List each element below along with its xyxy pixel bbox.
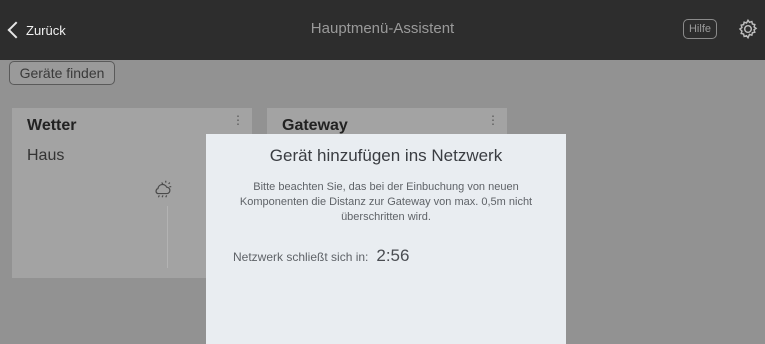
card-title: Wetter bbox=[27, 117, 77, 134]
card-divider bbox=[167, 206, 168, 268]
card-menu-icon[interactable]: ⋮ bbox=[487, 114, 499, 126]
card-title: Gateway bbox=[282, 117, 348, 134]
dialog-title: Gerät hinzufügen ins Netzwerk bbox=[269, 146, 503, 165]
help-button[interactable]: Hilfe bbox=[683, 19, 717, 39]
weather-icon bbox=[152, 178, 174, 200]
add-device-dialog: Gerät hinzufügen ins Netzwerk Bitte beac… bbox=[206, 134, 566, 344]
card-menu-icon[interactable]: ⋮ bbox=[232, 114, 244, 126]
gear-icon[interactable] bbox=[737, 18, 759, 40]
countdown-label: Netzwerk schließt sich in: bbox=[233, 250, 369, 264]
top-bar: Zurück Hauptmenü-Assistent Hilfe bbox=[0, 0, 765, 60]
countdown-time: 2:56 bbox=[376, 246, 410, 265]
find-devices-button[interactable]: Geräte finden bbox=[9, 61, 115, 85]
dialog-message: Bitte beachten Sie, das bei der Einbuchu… bbox=[239, 181, 533, 223]
network-closes-countdown: Netzwerk schließt sich in: 2:56 bbox=[233, 246, 409, 266]
card-subtitle: Haus bbox=[27, 147, 65, 164]
page-title: Hauptmenü-Assistent bbox=[310, 20, 455, 37]
